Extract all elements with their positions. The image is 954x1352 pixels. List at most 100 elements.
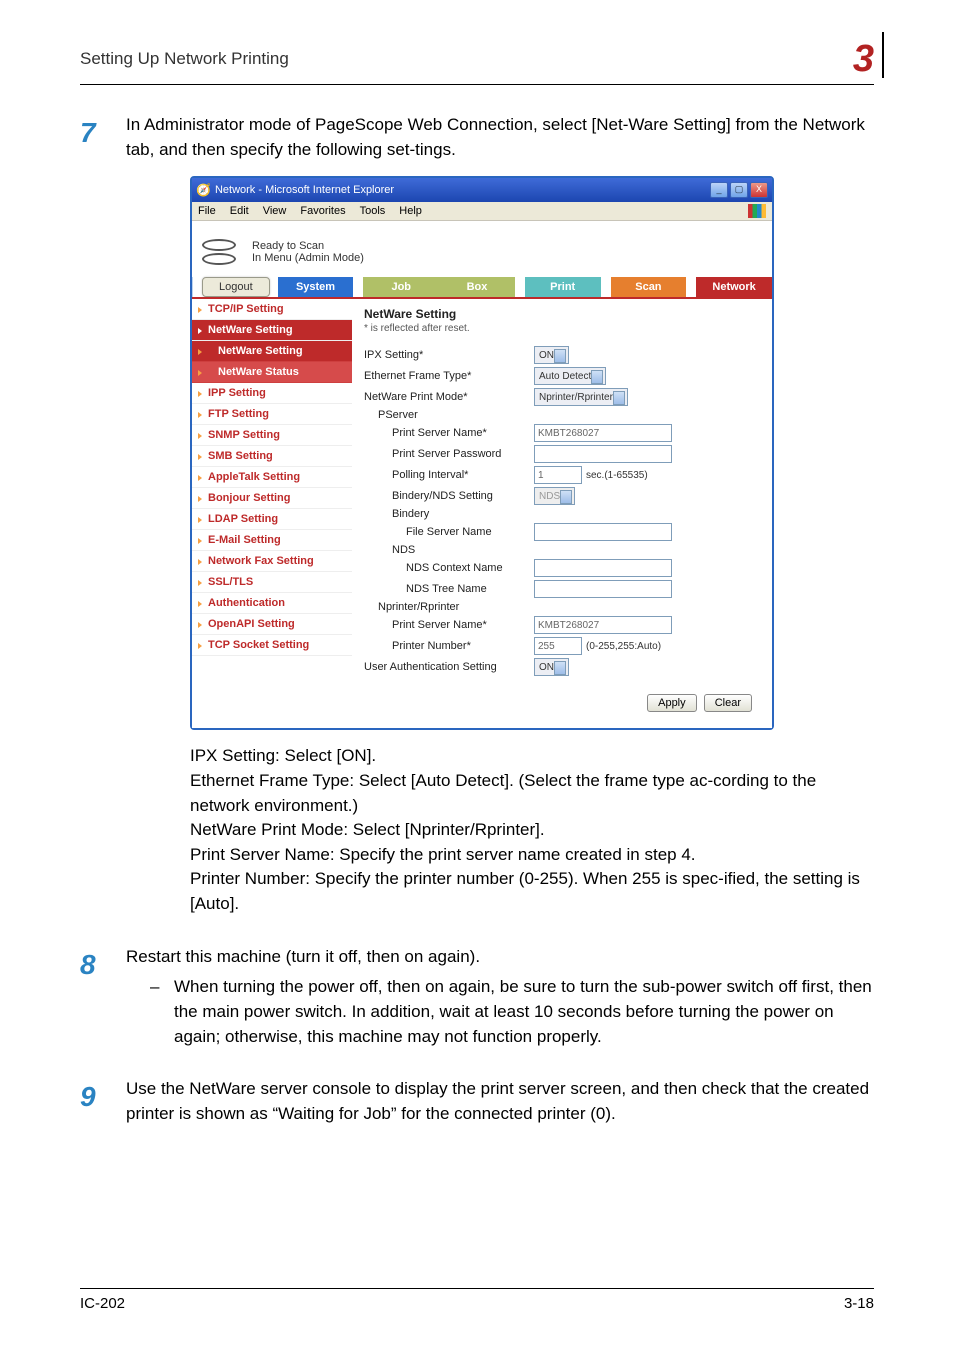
sidebar-item-authentication[interactable]: Authentication <box>192 593 352 614</box>
clear-button[interactable]: Clear <box>704 694 752 712</box>
menu-favorites[interactable]: Favorites <box>300 205 345 217</box>
status-line-2: In Menu (Admin Mode) <box>252 252 364 264</box>
label-ps-name: Print Server Name* <box>364 427 534 439</box>
panel-note: * is reflected after reset. <box>364 323 760 334</box>
sidebar-item-netware-status[interactable]: NetWare Status <box>192 362 352 383</box>
input-file-server-name[interactable] <box>534 523 672 541</box>
label-file-server-name: File Server Name <box>378 526 534 538</box>
tab-system[interactable]: System <box>278 277 354 297</box>
step-8-text: Restart this machine (turn it off, then … <box>126 945 874 970</box>
step-8-number: 8 <box>80 945 126 1050</box>
label-bindery-nds: Bindery/NDS Setting <box>364 490 534 502</box>
sidebar-item-ipp[interactable]: IPP Setting <box>192 383 352 404</box>
settings-panel: NetWare Setting * is reflected after res… <box>352 299 772 728</box>
post-line-1: IPX Setting: Select [ON]. <box>190 744 874 769</box>
post-line-5: Printer Number: Specify the printer numb… <box>190 867 874 916</box>
footer-left: IC-202 <box>80 1295 125 1312</box>
label-ipx: IPX Setting* <box>364 349 534 361</box>
label-polling: Polling Interval* <box>364 469 534 481</box>
sidebar-item-snmp[interactable]: SNMP Setting <box>192 425 352 446</box>
apply-button[interactable]: Apply <box>647 694 697 712</box>
label-nds-tree: NDS Tree Name <box>378 583 534 595</box>
window-title: Network - Microsoft Internet Explorer <box>215 184 394 196</box>
tab-job[interactable]: Job <box>363 277 439 297</box>
chapter-number: 3 <box>853 40 874 78</box>
step-9: 9 Use the NetWare server console to disp… <box>80 1077 874 1126</box>
select-print-mode[interactable]: Nprinter/Rprinter <box>534 388 628 406</box>
step-8-bullet: When turning the power off, then on agai… <box>174 975 874 1049</box>
input-nds-tree[interactable] <box>534 580 672 598</box>
post-line-4: Print Server Name: Specify the print ser… <box>190 843 874 868</box>
label-nds-section: NDS <box>364 544 534 556</box>
label-npr-ps-name: Print Server Name* <box>364 619 534 631</box>
post-line-3: NetWare Print Mode: Select [Nprinter/Rpr… <box>190 818 874 843</box>
sidebar-item-appletalk[interactable]: AppleTalk Setting <box>192 467 352 488</box>
sidebar-item-openapi[interactable]: OpenAPI Setting <box>192 614 352 635</box>
select-ipx[interactable]: ON <box>534 346 569 364</box>
label-pserver-section: PServer <box>364 409 534 421</box>
step-7-number: 7 <box>80 113 126 162</box>
section-title: Setting Up Network Printing <box>80 49 289 69</box>
label-ps-password: Print Server Password <box>364 448 534 460</box>
sidebar-item-bonjour[interactable]: Bonjour Setting <box>192 488 352 509</box>
tab-print[interactable]: Print <box>525 277 601 297</box>
sidebar-item-netware-setting[interactable]: NetWare Setting <box>192 341 352 362</box>
menu-file[interactable]: File <box>198 205 216 217</box>
input-ps-name[interactable]: KMBT268027 <box>534 424 672 442</box>
windows-flag-icon <box>748 204 766 218</box>
ie-icon: 🧭 <box>196 183 211 197</box>
sidebar-item-smb[interactable]: SMB Setting <box>192 446 352 467</box>
step-8: 8 Restart this machine (turn it off, the… <box>80 945 874 1050</box>
input-printer-number[interactable]: 255 <box>534 637 582 655</box>
status-line-1: Ready to Scan <box>252 240 364 252</box>
label-bindery-section: Bindery <box>364 508 534 520</box>
sidebar-item-networkfax[interactable]: Network Fax Setting <box>192 551 352 572</box>
tab-network[interactable]: Network <box>696 277 772 297</box>
window-titlebar: 🧭 Network - Microsoft Internet Explorer … <box>192 178 772 202</box>
sidebar-item-tcpip[interactable]: TCP/IP Setting <box>192 299 352 320</box>
label-printer-number: Printer Number* <box>364 640 534 652</box>
embedded-screenshot: 🧭 Network - Microsoft Internet Explorer … <box>190 176 774 730</box>
bullet-dash: – <box>150 975 174 1049</box>
input-nds-context[interactable] <box>534 559 672 577</box>
minimize-button[interactable]: _ <box>710 182 728 198</box>
tab-scan[interactable]: Scan <box>611 277 687 297</box>
label-user-auth: User Authentication Setting <box>364 661 534 673</box>
label-nds-context: NDS Context Name <box>378 562 534 574</box>
sidebar-item-netware[interactable]: NetWare Setting <box>192 320 352 341</box>
page-header: Setting Up Network Printing 3 <box>80 40 874 85</box>
select-bindery-nds[interactable]: NDS <box>534 487 575 505</box>
menu-view[interactable]: View <box>263 205 287 217</box>
label-frame-type: Ethernet Frame Type* <box>364 370 534 382</box>
footer-right: 3-18 <box>844 1295 874 1312</box>
device-logo-icon <box>202 237 242 267</box>
menu-help[interactable]: Help <box>399 205 422 217</box>
close-button[interactable]: X <box>750 182 768 198</box>
step-7-post-text: IPX Setting: Select [ON]. Ethernet Frame… <box>190 744 874 916</box>
select-user-auth[interactable]: ON <box>534 658 569 676</box>
tab-box[interactable]: Box <box>439 277 515 297</box>
sidebar: TCP/IP Setting NetWare Setting NetWare S… <box>192 299 352 728</box>
step-9-text: Use the NetWare server console to displa… <box>126 1077 874 1126</box>
panel-title: NetWare Setting <box>364 307 760 321</box>
menu-edit[interactable]: Edit <box>230 205 249 217</box>
sidebar-item-ssltls[interactable]: SSL/TLS <box>192 572 352 593</box>
input-polling[interactable]: 1 <box>534 466 582 484</box>
sidebar-item-ldap[interactable]: LDAP Setting <box>192 509 352 530</box>
maximize-button[interactable]: ▢ <box>730 182 748 198</box>
sidebar-item-email[interactable]: E-Mail Setting <box>192 530 352 551</box>
step-7-text: In Administrator mode of PageScope Web C… <box>126 113 874 162</box>
page-footer: IC-202 3-18 <box>80 1288 874 1312</box>
input-ps-password[interactable] <box>534 445 672 463</box>
logout-button[interactable]: Logout <box>202 277 270 297</box>
status-banner: Ready to Scan In Menu (Admin Mode) <box>192 221 772 277</box>
unit-polling: sec.(1-65535) <box>586 470 648 481</box>
menu-tools[interactable]: Tools <box>360 205 386 217</box>
post-line-2: Ethernet Frame Type: Select [Auto Detect… <box>190 769 874 818</box>
select-frame-type[interactable]: Auto Detect <box>534 367 606 385</box>
input-npr-ps-name[interactable]: KMBT268027 <box>534 616 672 634</box>
label-nprinter-section: Nprinter/Rprinter <box>364 601 534 613</box>
sidebar-item-ftp[interactable]: FTP Setting <box>192 404 352 425</box>
sidebar-item-tcpsocket[interactable]: TCP Socket Setting <box>192 635 352 656</box>
menu-bar: File Edit View Favorites Tools Help <box>192 202 772 221</box>
